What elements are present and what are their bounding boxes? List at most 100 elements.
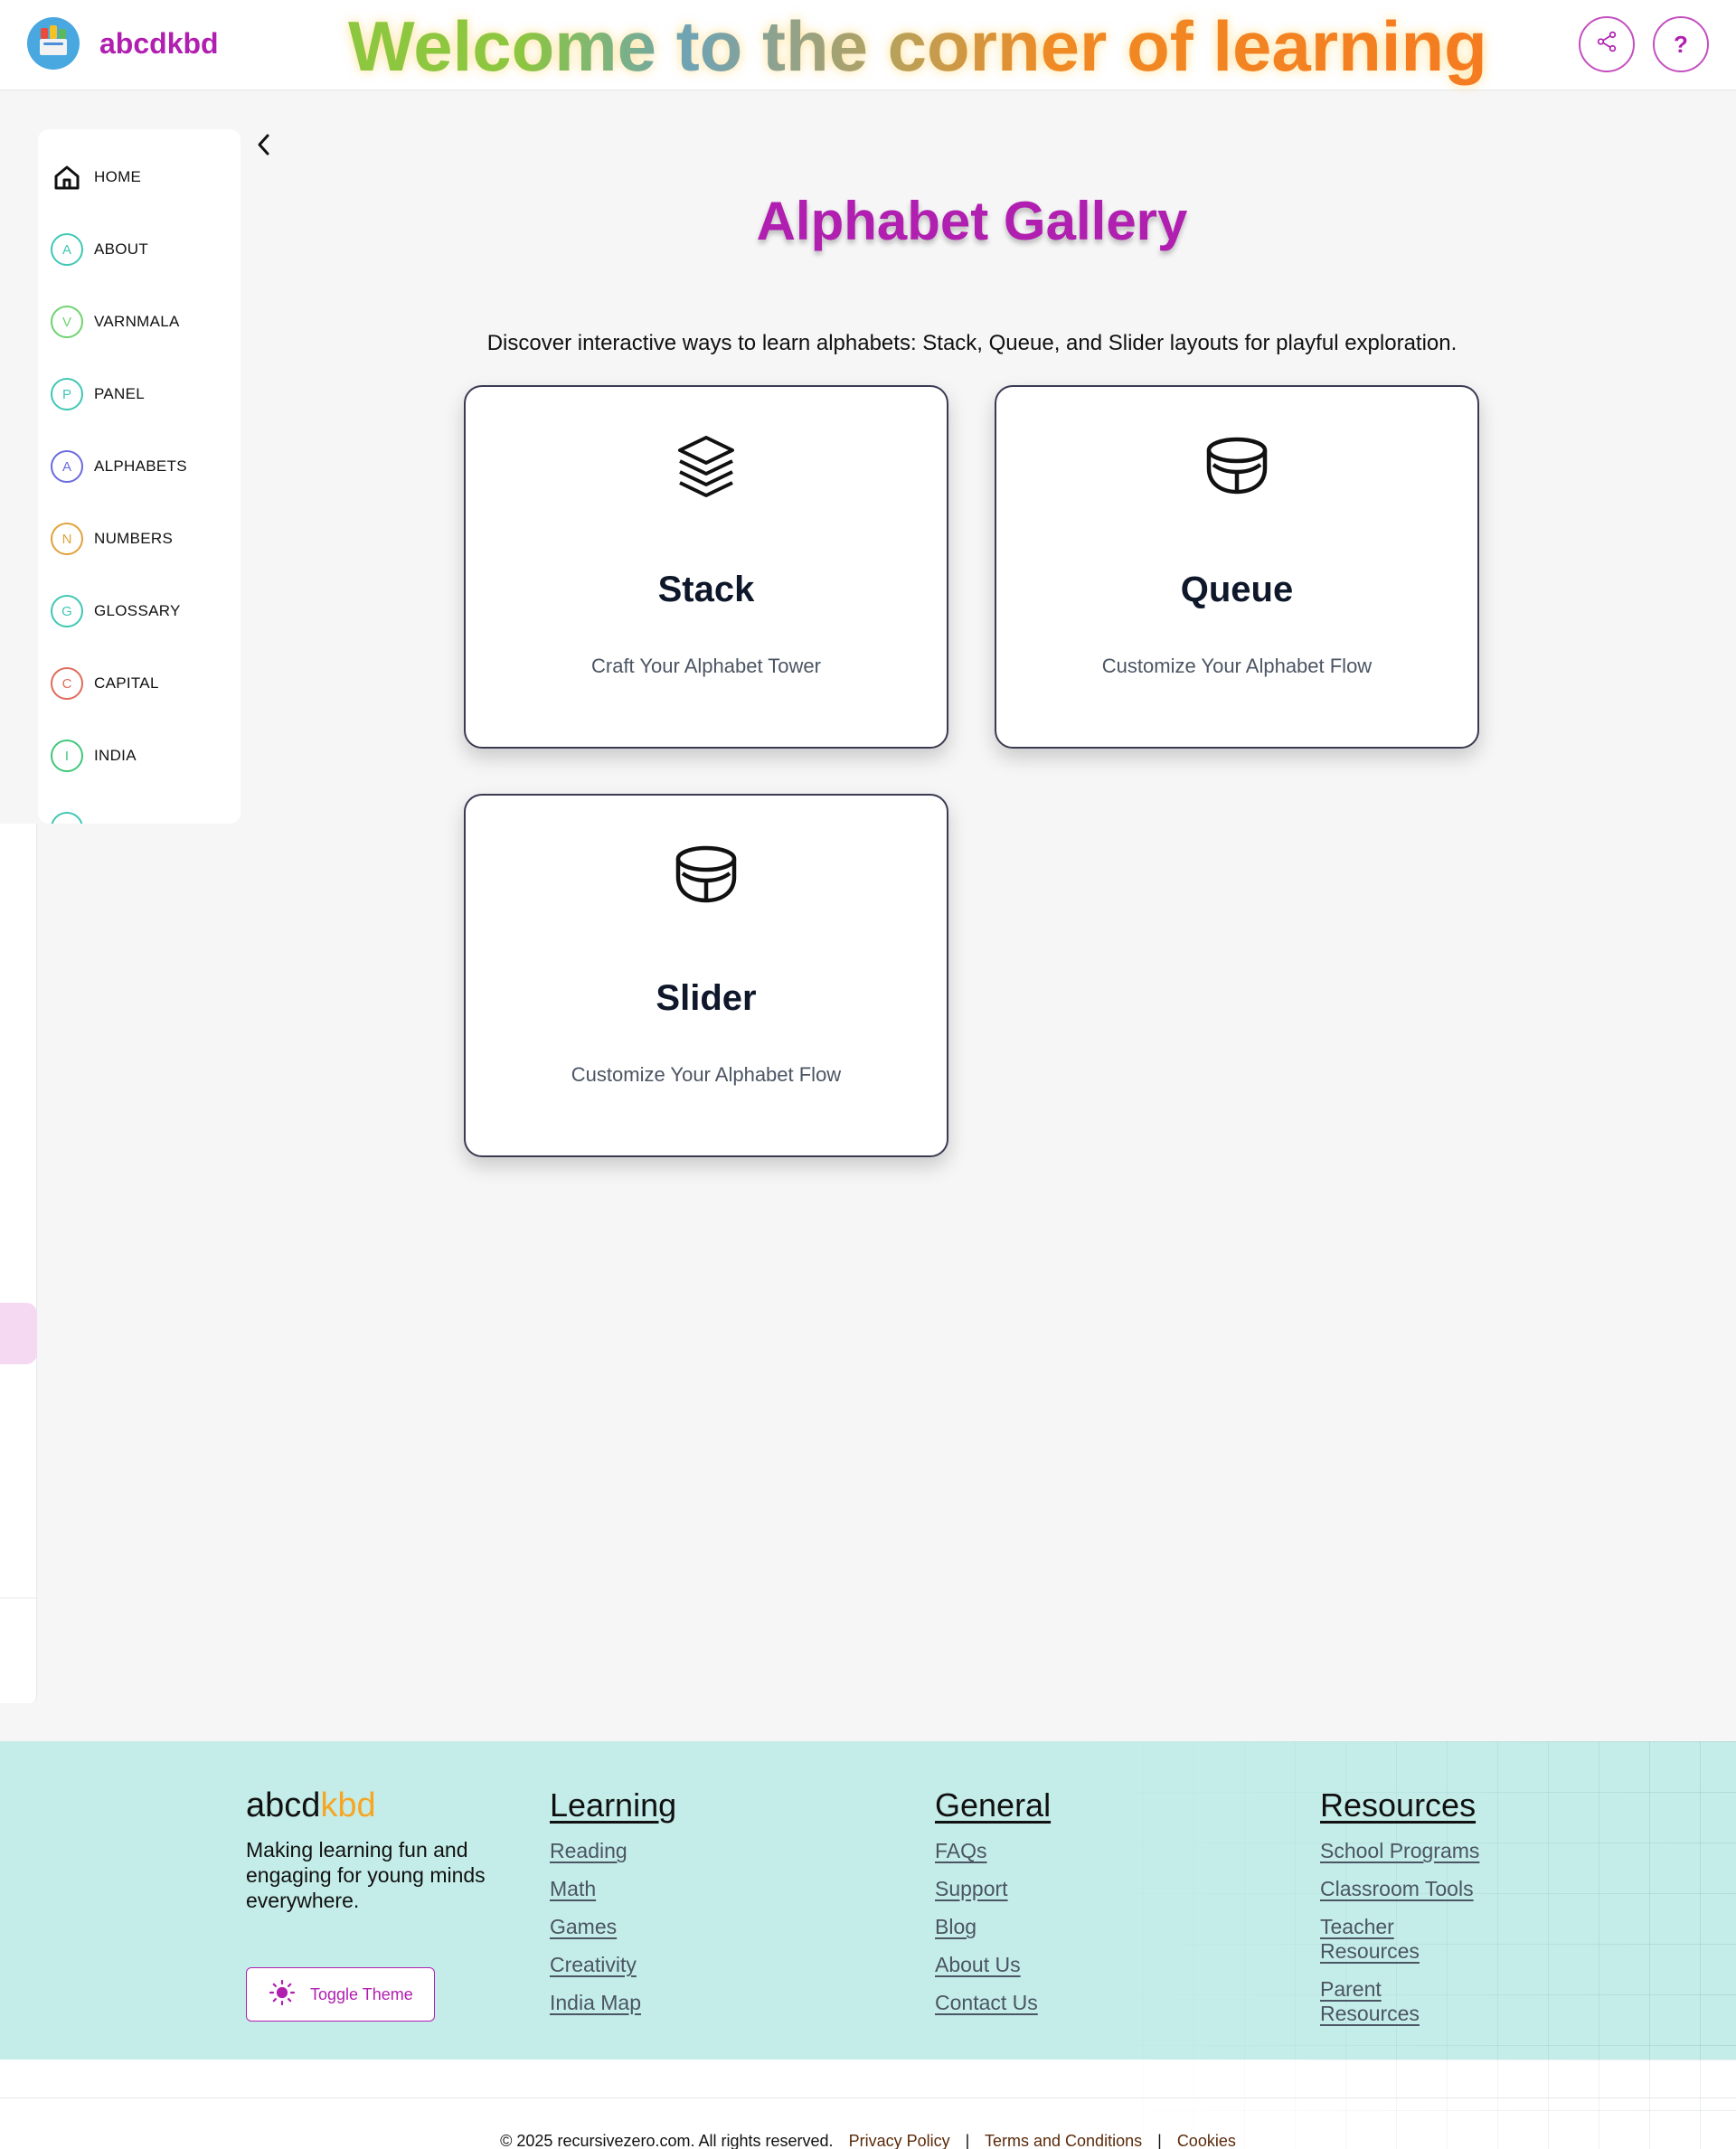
letter-circle-icon: C xyxy=(51,667,83,700)
footer-link-school-programs[interactable]: School Programs xyxy=(1320,1839,1479,1863)
sidebar-item-label: HOME xyxy=(94,168,142,185)
left-panel xyxy=(0,824,37,1703)
letter-circle-icon: A xyxy=(51,233,83,266)
footer-link-blog[interactable]: Blog xyxy=(935,1915,1051,1939)
separator: | xyxy=(1157,2132,1162,2149)
sidebar-item-label: NUMBERS xyxy=(94,530,174,547)
stack-card[interactable]: Stack Craft Your Alphabet Tower xyxy=(464,385,948,749)
letter-glyph: P xyxy=(61,386,71,402)
letter-circle-icon xyxy=(51,812,83,824)
letter-glyph: A xyxy=(61,458,71,475)
chevron-left-icon xyxy=(255,132,273,162)
letter-circle-icon: A xyxy=(51,450,83,483)
sidebar-item-clipped[interactable] xyxy=(51,810,83,824)
card-title: Queue xyxy=(1180,570,1294,609)
queue-card[interactable]: Queue Customize Your Alphabet Flow xyxy=(995,385,1479,749)
welcome-banner: Welcome to the corner of learning xyxy=(348,6,1487,86)
footer-col-learning: Learning Reading Math Games Creativity I… xyxy=(550,1786,676,2029)
footer-link-games[interactable]: Games xyxy=(550,1915,676,1939)
footer-link-math[interactable]: Math xyxy=(550,1877,676,1901)
share-icon xyxy=(1595,30,1618,60)
sidebar-item-label: PANEL xyxy=(94,385,145,402)
letter-glyph: A xyxy=(61,241,71,258)
card-subtitle: Customize Your Alphabet Flow xyxy=(1101,655,1373,677)
letter-glyph: N xyxy=(61,531,72,547)
share-button[interactable] xyxy=(1579,16,1635,72)
footer-link-contact-us[interactable]: Contact Us xyxy=(935,1991,1051,2015)
sidebar-item-alphabets[interactable]: A ALPHABETS xyxy=(51,448,187,485)
footer-col-general: General FAQs Support Blog About Us Conta… xyxy=(935,1786,1051,2029)
sidebar-item-india[interactable]: I INDIA xyxy=(51,738,137,774)
letter-circle-icon: I xyxy=(51,740,83,772)
footer: abcdkbd Making learning fun and engaging… xyxy=(0,1741,1736,2059)
letter-glyph: V xyxy=(61,314,71,330)
footer-brand-main: abcd xyxy=(246,1786,321,1824)
footer-link-support[interactable]: Support xyxy=(935,1877,1051,1901)
collapse-sidebar-button[interactable] xyxy=(251,132,277,161)
footer-link-reading[interactable]: Reading xyxy=(550,1839,676,1863)
sidebar-item-numbers[interactable]: N NUMBERS xyxy=(51,521,173,557)
toggle-theme-button[interactable]: Toggle Theme xyxy=(246,1967,435,2022)
letter-circle-icon: P xyxy=(51,378,83,410)
slider-card[interactable]: Slider Customize Your Alphabet Flow xyxy=(464,794,948,1157)
letter-glyph: I xyxy=(64,748,70,764)
card-title: Stack xyxy=(657,570,755,609)
legal-bar: © 2025 recursivezero.com. All rights res… xyxy=(0,2059,1736,2149)
side-drawer-tab[interactable] xyxy=(0,1303,37,1364)
footer-brand-accent: kbd xyxy=(320,1786,376,1824)
footer-link-teacher-resources[interactable]: Teacher Resources xyxy=(1320,1915,1456,1964)
page-title: Alphabet Gallery xyxy=(756,191,1188,251)
sidebar-item-label: ALPHABETS xyxy=(94,457,187,475)
sidebar-item-varnmala[interactable]: V VARNMALA xyxy=(51,304,180,340)
toggle-theme-label: Toggle Theme xyxy=(310,1984,413,2003)
card-subtitle: Customize Your Alphabet Flow xyxy=(571,1063,842,1086)
footer-brand[interactable]: abcdkbd xyxy=(246,1786,376,1825)
letter-glyph: G xyxy=(61,603,72,619)
help-label: ? xyxy=(1674,30,1688,58)
footer-link-parent-resources[interactable]: Parent Resources xyxy=(1320,1977,1456,2026)
cookies-link[interactable]: Cookies xyxy=(1177,2132,1236,2149)
sidebar-item-label: VARNMALA xyxy=(94,313,180,330)
footer-tagline: Making learning fun and engaging for you… xyxy=(246,1838,486,1912)
card-title: Slider xyxy=(656,978,757,1018)
terms-link[interactable]: Terms and Conditions xyxy=(985,2132,1142,2149)
sidebar-item-capital[interactable]: C CAPITAL xyxy=(51,665,159,702)
sidebar-item-about[interactable]: A ABOUT xyxy=(51,231,148,268)
sidebar-item-label: CAPITAL xyxy=(94,674,159,692)
logo-icon[interactable] xyxy=(27,17,80,70)
footer-link-faqs[interactable]: FAQs xyxy=(935,1839,1051,1863)
sidebar-item-label: ABOUT xyxy=(94,240,149,258)
sidebar-item-panel[interactable]: P PANEL xyxy=(51,376,145,412)
footer-col-resources: Resources School Programs Classroom Tool… xyxy=(1320,1786,1479,2040)
sidebar: HOME A ABOUT V VARNMALA P PANEL A ALPHABETS N NUMB… xyxy=(38,129,241,824)
sidebar-item-glossary[interactable]: G GLOSSARY xyxy=(51,593,181,629)
sun-icon xyxy=(269,1979,296,2011)
header: abcdkbd Welcome to the corner of learnin… xyxy=(0,0,1736,90)
page-description: Discover interactive ways to learn alpha… xyxy=(486,331,1458,355)
privacy-policy-link[interactable]: Privacy Policy xyxy=(849,2132,950,2149)
copyright-line: © 2025 recursivezero.com. All rights res… xyxy=(0,2132,1736,2149)
card-subtitle: Craft Your Alphabet Tower xyxy=(591,655,821,677)
letter-circle-icon: N xyxy=(51,523,83,555)
bowl-icon xyxy=(996,434,1477,497)
footer-heading-resources: Resources xyxy=(1320,1786,1477,1824)
footer-link-creativity[interactable]: Creativity xyxy=(550,1953,676,1977)
bowl-icon xyxy=(466,843,947,906)
home-icon xyxy=(51,161,83,193)
separator: | xyxy=(965,2132,970,2149)
footer-link-india-map[interactable]: India Map xyxy=(550,1991,676,2015)
footer-link-about-us[interactable]: About Us xyxy=(935,1953,1051,1977)
letter-circle-icon: G xyxy=(51,595,83,627)
letter-glyph: C xyxy=(61,675,72,692)
brand-name[interactable]: abcdkbd xyxy=(99,27,219,61)
sidebar-item-label: GLOSSARY xyxy=(94,602,181,619)
letter-circle-icon: V xyxy=(51,306,83,338)
footer-heading-learning: Learning xyxy=(550,1786,677,1824)
layers-icon xyxy=(466,434,947,506)
sidebar-item-home[interactable]: HOME xyxy=(51,159,141,195)
copyright-text: © 2025 recursivezero.com. All rights res… xyxy=(500,2132,834,2149)
sidebar-item-label: INDIA xyxy=(94,747,137,764)
footer-heading-general: General xyxy=(935,1786,1052,1824)
footer-link-classroom-tools[interactable]: Classroom Tools xyxy=(1320,1877,1479,1901)
help-button[interactable]: ? xyxy=(1653,16,1709,72)
